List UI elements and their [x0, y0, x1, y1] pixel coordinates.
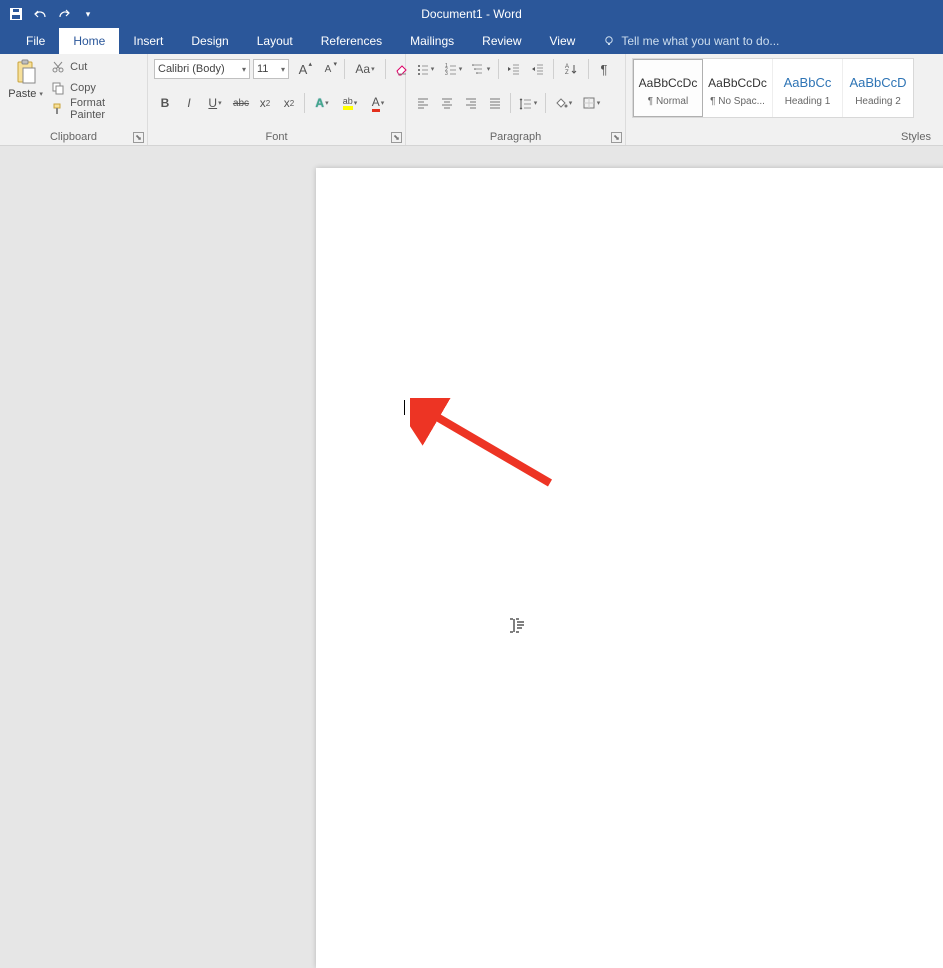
numbering-icon: 123: [444, 62, 458, 76]
qat-customize-icon[interactable]: ▾: [80, 6, 96, 22]
group-clipboard: Paste▾ Cut Copy Format Painter Clipboard…: [0, 54, 148, 145]
multilevel-list-button[interactable]: ▾: [468, 58, 494, 80]
style-heading-2[interactable]: AaBbCcD Heading 2: [843, 59, 913, 117]
multilevel-icon: [472, 62, 486, 76]
format-painter-button[interactable]: Format Painter: [51, 100, 141, 118]
undo-icon[interactable]: [32, 6, 48, 22]
styles-gallery[interactable]: AaBbCcDc ¶ Normal AaBbCcDc ¶ No Spac... …: [632, 58, 914, 118]
justify-icon: [488, 96, 502, 110]
increase-indent-button[interactable]: [527, 58, 549, 80]
styles-group-label: Styles: [632, 130, 937, 143]
bold-button[interactable]: B: [154, 92, 176, 114]
copy-icon: [51, 81, 65, 95]
align-left-icon: [416, 96, 430, 110]
strikethrough-button[interactable]: abc: [230, 92, 252, 114]
align-right-icon: [464, 96, 478, 110]
group-font: Calibri (Body)▾ 11▾ A▴ A▾ Aa▾ B I U▾ abc…: [148, 54, 406, 145]
subscript-button[interactable]: x2: [254, 92, 276, 114]
tab-references[interactable]: References: [307, 28, 396, 54]
paintbrush-icon: [51, 102, 65, 116]
highlight-button[interactable]: ab▾: [337, 92, 363, 114]
paragraph-dialog-launcher[interactable]: ⬊: [611, 132, 622, 143]
paste-label: Paste: [8, 88, 36, 100]
redo-icon[interactable]: [56, 6, 72, 22]
text-cursor: [404, 400, 405, 415]
tab-mailings[interactable]: Mailings: [396, 28, 468, 54]
style-normal[interactable]: AaBbCcDc ¶ Normal: [633, 59, 703, 117]
underline-button[interactable]: U▾: [202, 92, 228, 114]
scissors-icon: [51, 60, 65, 74]
numbering-button[interactable]: 123▾: [440, 58, 466, 80]
copy-label: Copy: [70, 82, 96, 94]
change-case-button[interactable]: Aa▾: [350, 58, 380, 80]
lightbulb-icon: [603, 35, 615, 47]
bullets-icon: [416, 62, 430, 76]
font-color-button[interactable]: A▾: [365, 92, 391, 114]
text-effects-button[interactable]: A▾: [309, 92, 335, 114]
tab-file[interactable]: File: [12, 28, 59, 54]
clipboard-dialog-launcher[interactable]: ⬊: [133, 132, 144, 143]
sort-icon: AZ: [564, 62, 578, 76]
align-right-button[interactable]: [460, 92, 482, 114]
indent-icon: [531, 62, 545, 76]
style-no-spacing[interactable]: AaBbCcDc ¶ No Spac...: [703, 59, 773, 117]
tab-insert[interactable]: Insert: [119, 28, 177, 54]
tab-view[interactable]: View: [536, 28, 590, 54]
paragraph-group-label: Paragraph: [412, 130, 619, 143]
line-spacing-button[interactable]: ▾: [515, 92, 541, 114]
grow-font-button[interactable]: A▴: [292, 58, 314, 80]
svg-text:Z: Z: [565, 70, 569, 76]
format-painter-label: Format Painter: [70, 97, 141, 121]
ribbon-tabs: File Home Insert Design Layout Reference…: [0, 28, 943, 54]
ribbon: Paste▾ Cut Copy Format Painter Clipboard…: [0, 54, 943, 146]
clipboard-group-label: Clipboard: [6, 130, 141, 143]
italic-button[interactable]: I: [178, 92, 200, 114]
superscript-button[interactable]: x2: [278, 92, 300, 114]
borders-icon: [582, 96, 596, 110]
title-bar: ▾ Document1 - Word: [0, 0, 943, 28]
decrease-indent-button[interactable]: [503, 58, 525, 80]
bullets-button[interactable]: ▾: [412, 58, 438, 80]
borders-button[interactable]: ▾: [578, 92, 604, 114]
copy-button[interactable]: Copy: [51, 79, 141, 97]
tell-me-placeholder: Tell me what you want to do...: [621, 34, 779, 48]
font-dialog-launcher[interactable]: ⬊: [391, 132, 402, 143]
group-styles: AaBbCcDc ¶ Normal AaBbCcDc ¶ No Spac... …: [626, 54, 943, 145]
line-spacing-icon: [519, 96, 533, 110]
cut-button[interactable]: Cut: [51, 58, 141, 76]
tab-home[interactable]: Home: [59, 28, 119, 54]
paste-icon: [12, 58, 40, 86]
align-center-icon: [440, 96, 454, 110]
outdent-icon: [507, 62, 521, 76]
tab-review[interactable]: Review: [468, 28, 535, 54]
tab-layout[interactable]: Layout: [243, 28, 307, 54]
justify-button[interactable]: [484, 92, 506, 114]
tell-me[interactable]: Tell me what you want to do...: [589, 28, 779, 54]
align-left-button[interactable]: [412, 92, 434, 114]
align-center-button[interactable]: [436, 92, 458, 114]
window-title: Document1 - Word: [421, 7, 521, 21]
svg-text:3: 3: [445, 71, 448, 76]
document-page[interactable]: [316, 168, 943, 968]
cut-label: Cut: [70, 61, 87, 73]
font-group-label: Font: [154, 130, 399, 143]
shrink-font-button[interactable]: A▾: [317, 58, 339, 80]
document-area: [0, 146, 943, 532]
bucket-icon: [554, 96, 568, 110]
sort-button[interactable]: AZ: [558, 58, 584, 80]
tab-design[interactable]: Design: [177, 28, 242, 54]
show-marks-button[interactable]: ¶: [593, 58, 615, 80]
paste-button[interactable]: Paste▾: [6, 58, 45, 100]
style-heading-1[interactable]: AaBbCc Heading 1: [773, 59, 843, 117]
group-paragraph: ▾ 123▾ ▾ AZ ¶ ▾ ▾ ▾: [406, 54, 626, 145]
shading-button[interactable]: ▾: [550, 92, 576, 114]
font-family-combo[interactable]: Calibri (Body)▾: [154, 59, 250, 79]
font-size-combo[interactable]: 11▾: [253, 59, 289, 79]
save-icon[interactable]: [8, 6, 24, 22]
